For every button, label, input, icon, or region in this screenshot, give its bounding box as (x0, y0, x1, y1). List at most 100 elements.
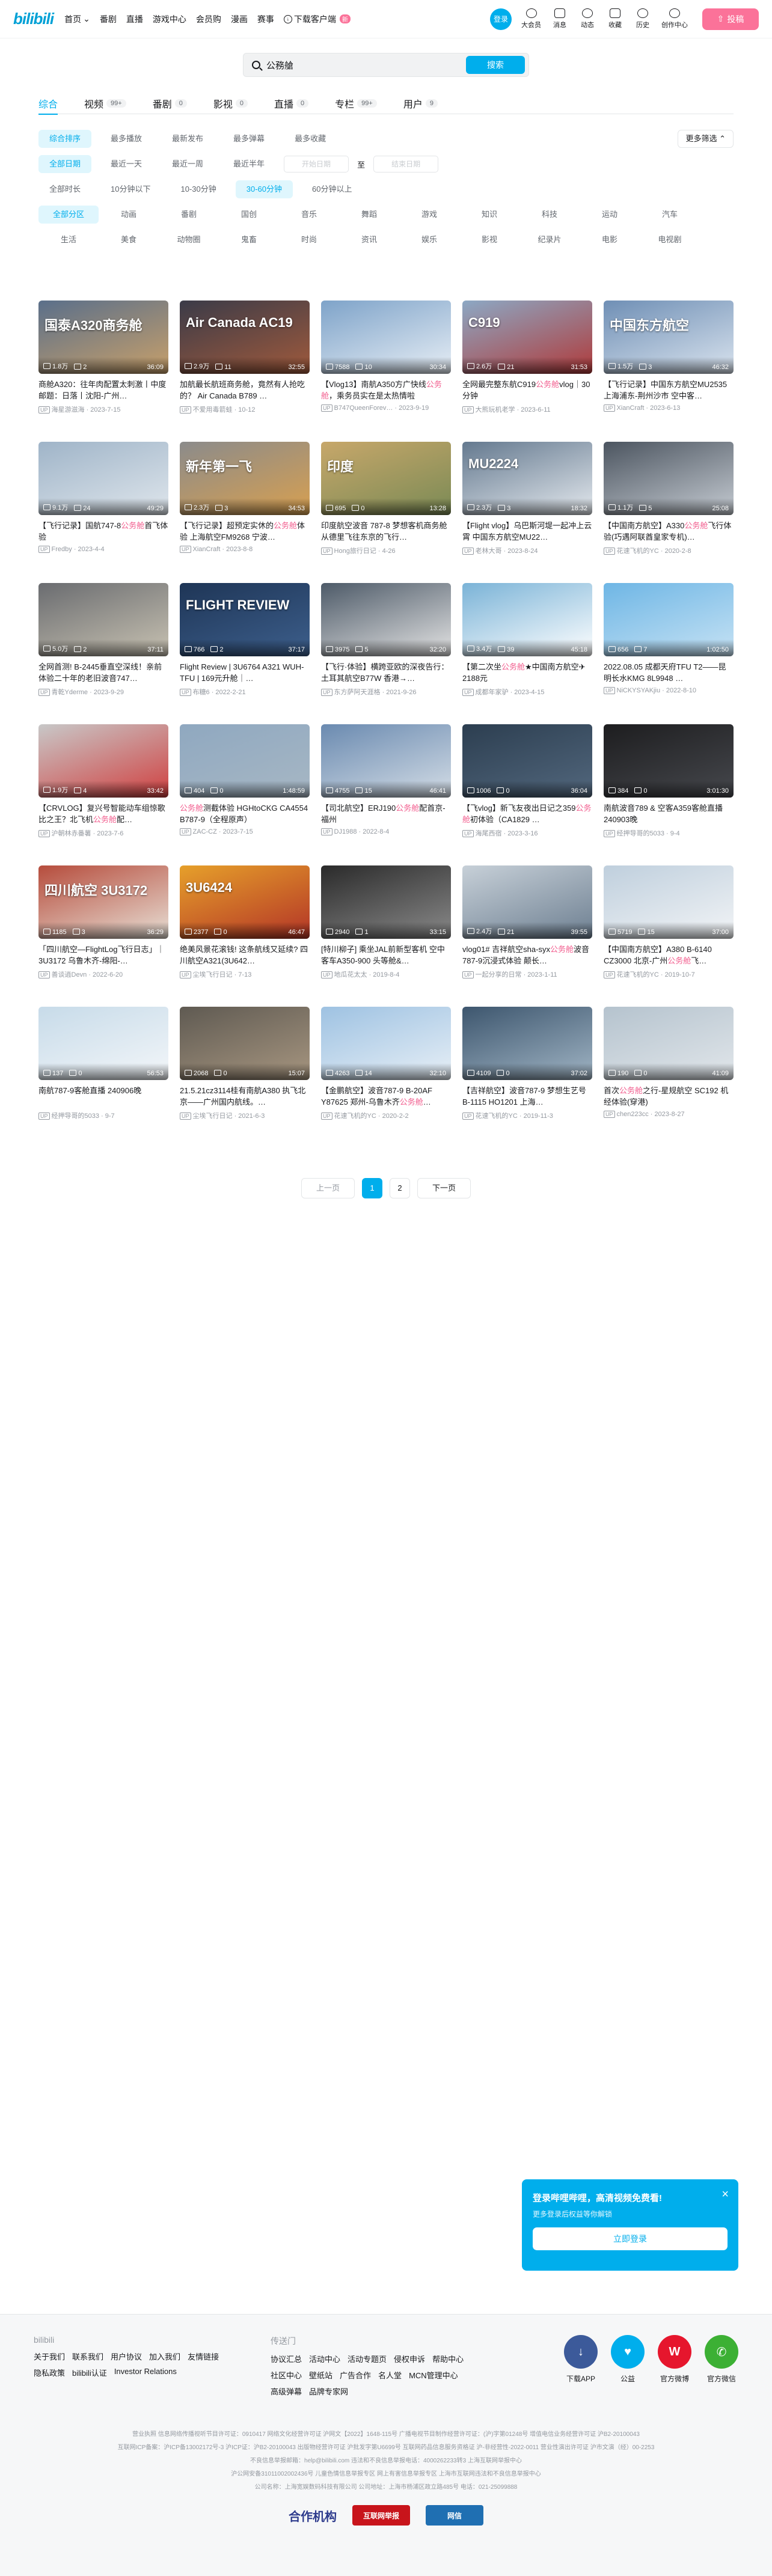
video-author[interactable]: 尘埃飞行日记 (193, 1113, 233, 1120)
video-card[interactable]: 国泰A320商务舱 1.8万 2 36:09 商舱A320：往年肉配置太刺激丨中度邮题：… (38, 301, 168, 442)
zone-option-10[interactable]: 汽车 (640, 206, 700, 224)
video-thumbnail[interactable]: 384 0 3:01:30 (604, 724, 734, 798)
nav-game-center[interactable]: 游戏中心 (153, 13, 186, 25)
video-author[interactable]: 花速飞机的YC (334, 1113, 376, 1120)
video-thumbnail[interactable]: 新年第一飞 2.3万 3 34:53 (180, 442, 310, 515)
video-title[interactable]: 南航波音789 & 空客A359客舱直播 240903晚 (604, 802, 734, 825)
footer-app-item[interactable]: ♥ 公益 (611, 2335, 645, 2397)
zone-option-9[interactable]: 运动 (580, 206, 640, 224)
sort-option-2[interactable]: 最新发布 (161, 130, 214, 148)
video-thumbnail[interactable]: 3U6424 2377 0 46:47 (180, 865, 310, 939)
login-avatar-button[interactable]: 登录 (490, 8, 512, 30)
zone-option-12[interactable]: 美食 (99, 231, 159, 249)
footer-link[interactable]: 用户协议 (111, 2351, 142, 2362)
video-thumbnail[interactable]: 190 0 41:09 (604, 1007, 734, 1080)
page-button-2[interactable]: 2 (390, 1178, 410, 1198)
video-card[interactable]: MU2224 2.3万 3 18:32 【Flight vlog】乌巴斯河堤一起冲上云霄… (462, 442, 592, 583)
tab-0[interactable]: 综合 (38, 93, 58, 115)
video-title[interactable]: 【CRVLOG】复兴号智能动车组惊歌比之王？北飞机公务舱配… (38, 802, 168, 825)
video-title[interactable]: 【飞行·体验】横跨亚欧的深夜告行：土耳其航空B77W 香港→… (321, 661, 451, 684)
video-title[interactable]: 【吉祥航空】波音787-9 梦想生艺号 B-1115 HO1201 上海… (462, 1085, 592, 1108)
video-title[interactable]: 【金鹏航空】波音787-9 B-20AF Y87625 郑州-乌鲁木齐公务舱… (321, 1085, 451, 1108)
video-card[interactable]: C919 2.6万 21 31:53 全网最完整东航C919公务舱vlog｜30分钟 UP… (462, 301, 592, 442)
search-button[interactable]: 搜索 (466, 56, 525, 74)
partner-logo-cac[interactable]: 网信 (426, 2505, 483, 2526)
video-author[interactable]: 老林大哥 (476, 548, 502, 555)
nav-history[interactable]: 历史 (634, 8, 652, 29)
zone-option-5[interactable]: 舞蹈 (339, 206, 399, 224)
video-thumbnail[interactable]: 1.1万 5 25:08 (604, 442, 734, 515)
footer-link[interactable]: 友情链接 (188, 2351, 219, 2362)
video-title[interactable]: 【司北航空】ERJ190公务舱配首京-福州 (321, 802, 451, 825)
footer-link[interactable]: 品牌专家网 (309, 2385, 348, 2397)
video-author[interactable]: 地瓜花太太 (334, 971, 367, 978)
video-title[interactable]: 首次公务舱之行-星规航空 SC192 机经体验(穿港) (604, 1085, 734, 1108)
video-thumbnail[interactable]: MU2224 2.3万 3 18:32 (462, 442, 592, 515)
video-title[interactable]: 2022.08.05 成都天府TFU T2——昆明长水KMG 8L9948 … (604, 661, 734, 684)
video-title[interactable]: 【飞行记录】国航747-8公务舱首飞体验 (38, 520, 168, 543)
video-card[interactable]: 3.4万 39 45:18 【第二次坐公务舱★中国南方航空✈2188元 UP 成都年家驴 … (462, 583, 592, 724)
tab-6[interactable]: 用户 9 (403, 93, 438, 114)
zone-option-18[interactable]: 影视 (459, 231, 519, 249)
video-thumbnail[interactable]: 2068 0 15:07 (180, 1007, 310, 1080)
duration-option-1[interactable]: 10分钟以下 (100, 180, 161, 198)
video-card[interactable]: 404 0 1:48:59 公务舱测截体验 HGHtoCKG CA4554 B787-… (180, 724, 310, 865)
video-author[interactable]: Hong旅行日记 (334, 548, 376, 555)
video-card[interactable]: FLIGHT REVIEW 766 2 37:17 Flight Review | 3U… (180, 583, 310, 724)
partner-logo-report[interactable]: 互联网举报 (352, 2505, 410, 2526)
zone-option-4[interactable]: 音乐 (279, 206, 339, 224)
date-option-1[interactable]: 最近一天 (100, 155, 153, 173)
video-card[interactable]: 印度 695 0 13:28 印度航空波音 787-8 梦想客机商务舱从德里飞往东京的飞… (321, 442, 451, 583)
video-thumbnail[interactable]: 4755 15 46:41 (321, 724, 451, 798)
video-thumbnail[interactable]: FLIGHT REVIEW 766 2 37:17 (180, 583, 310, 656)
video-thumbnail[interactable]: 印度 695 0 13:28 (321, 442, 451, 515)
nav-favorites[interactable]: 收藏 (606, 8, 624, 29)
video-author[interactable]: NiCKYSYAKjiu (617, 687, 661, 694)
video-thumbnail[interactable]: 9.1万 24 49:29 (38, 442, 168, 515)
video-title[interactable]: [特川柳子] 乘坐JAL前新型客机 空中客车A350-900 头等舱&… (321, 944, 451, 966)
video-author[interactable]: 经押导哥的5033 (52, 1113, 99, 1120)
nav-dynamics[interactable]: 动态 (578, 8, 596, 29)
video-author[interactable]: 海星游滋海 (52, 406, 85, 414)
footer-link[interactable]: 帮助中心 (432, 2353, 464, 2364)
nav-mall[interactable]: 会员购 (196, 13, 221, 25)
video-title[interactable]: 绝美风景花滚钱! 这条航线又延续? 四川航空A321(3U642… (180, 944, 310, 966)
video-thumbnail[interactable]: 1006 0 36:04 (462, 724, 592, 798)
zone-option-13[interactable]: 动物圈 (159, 231, 219, 249)
duration-option-0[interactable]: 全部时长 (38, 180, 91, 198)
video-title[interactable]: vlog01# 吉祥航空sha-syx公务舱波音787-9沉浸式体验 颠长… (462, 944, 592, 966)
tab-4[interactable]: 直播 0 (274, 93, 309, 114)
footer-link[interactable]: 活动专题页 (348, 2353, 387, 2364)
video-card[interactable]: 2.4万 21 39:55 vlog01# 吉祥航空sha-syx公务舱波音787-9… (462, 865, 592, 1007)
video-card[interactable]: 4755 15 46:41 【司北航空】ERJ190公务舱配首京-福州 UP DJ1988… (321, 724, 451, 865)
video-author[interactable]: 不爱用毒箭蛙 (193, 406, 233, 414)
footer-link[interactable]: 活动中心 (309, 2353, 340, 2364)
video-title[interactable]: 【飞vlog】新飞友夜出日记之359公务舱初体验（CA1829 … (462, 802, 592, 825)
video-card[interactable]: Air Canada AC19 2.9万 11 32:55 加航最长航班商务舱，竟然有人… (180, 301, 310, 442)
video-author[interactable]: 东方萨阿天涯格 (334, 689, 381, 696)
video-author[interactable]: 花速飞机的YC (476, 1113, 518, 1120)
video-card[interactable]: 1006 0 36:04 【飞vlog】新飞友夜出日记之359公务舱初体验（CA182… (462, 724, 592, 865)
video-author[interactable]: ZAC-CZ (193, 828, 217, 835)
nav-live[interactable]: 直播 (126, 13, 143, 25)
date-start-input[interactable]: 开始日期 (284, 156, 349, 172)
video-thumbnail[interactable]: 2940 1 33:15 (321, 865, 451, 939)
video-card[interactable]: 656 7 1:02:50 2022.08.05 成都天府TFU T2——昆明长水KM… (604, 583, 734, 724)
video-author[interactable]: Fredby (52, 546, 72, 553)
footer-link[interactable]: 社区中心 (271, 2369, 302, 2381)
video-author[interactable]: XianCraft (617, 404, 645, 412)
duration-option-3[interactable]: 30-60分钟 (235, 180, 293, 198)
video-card[interactable]: 7588 10 30:34 【Vlog13】南航A350方广快线公务舱，乘务员实在是太… (321, 301, 451, 442)
nav-manga[interactable]: 漫画 (231, 13, 248, 25)
sort-option-1[interactable]: 最多播放 (100, 130, 153, 148)
more-filters-button[interactable]: 更多筛选 ⌃ (678, 130, 734, 148)
video-card[interactable]: 3U6424 2377 0 46:47 绝美风景花滚钱! 这条航线又延续? 四川航空A3… (180, 865, 310, 1007)
zone-option-2[interactable]: 番剧 (159, 206, 219, 224)
zone-option-19[interactable]: 纪录片 (519, 231, 580, 249)
upload-button[interactable]: ⇧ 投稿 (702, 8, 759, 30)
bilibili-logo[interactable]: bilibili (13, 10, 54, 28)
video-title[interactable]: 【Flight vlog】乌巴斯河堤一起冲上云霄 中国东方航空MU22… (462, 520, 592, 543)
video-author[interactable]: 大熊玩机老学 (476, 406, 515, 414)
video-title[interactable]: 【飞行记录】中国东方航空MU2535 上海浦东-荆州沙市 空中客… (604, 379, 734, 401)
footer-link[interactable]: 高级弹幕 (271, 2385, 302, 2397)
